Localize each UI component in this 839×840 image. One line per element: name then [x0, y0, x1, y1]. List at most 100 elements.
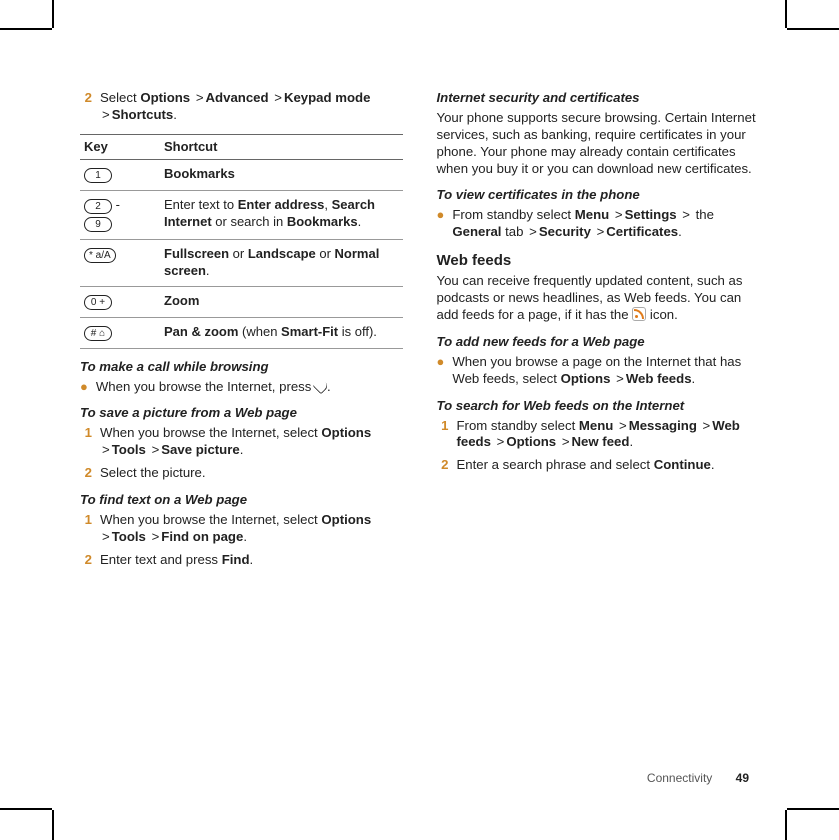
shortcut-cell: Pan & zoom (when Smart-Fit is off).	[160, 317, 403, 348]
term: Menu	[579, 418, 613, 433]
sub-heading: To save a picture from a Web page	[80, 405, 403, 422]
step-number: 1	[437, 418, 449, 452]
sub-heading: To find text on a Web page	[80, 492, 403, 509]
text: Select	[100, 90, 140, 105]
term: Web feeds	[626, 371, 692, 386]
separator: >	[616, 371, 624, 386]
term: Settings	[625, 207, 677, 222]
step-item: 2 Enter a search phrase and select Conti…	[437, 457, 760, 474]
bullet-body: When you browse a page on the Internet t…	[452, 354, 759, 388]
step-item: 1 When you browse the Internet, select O…	[80, 512, 403, 546]
term: Tools	[112, 442, 146, 457]
term: Save picture	[161, 442, 239, 457]
footer-section: Connectivity	[647, 771, 712, 785]
separator: >	[682, 207, 690, 222]
table-row: 0 + Zoom	[80, 286, 403, 317]
bullet-body: From standby select Menu >Settings > the…	[452, 207, 759, 241]
table-row: * a/A Fullscreen or Landscape or Normal …	[80, 240, 403, 286]
text: When you browse the Internet, select	[100, 512, 321, 527]
term: Zoom	[164, 293, 199, 308]
key-cell: 0 +	[80, 286, 160, 317]
section-heading: Web feeds	[437, 251, 760, 270]
text: -	[112, 197, 120, 212]
text: .	[240, 442, 244, 457]
separator: >	[619, 418, 627, 433]
step-body: Select the picture.	[100, 465, 403, 482]
paragraph: Your phone supports secure browsing. Cer…	[437, 110, 760, 178]
text: or	[316, 246, 335, 261]
left-column: 2 Select Options >Advanced >Keypad mode …	[80, 90, 403, 750]
separator: >	[102, 107, 110, 122]
crop-mark	[0, 808, 52, 810]
table-row: 2 - 9 Enter text to Enter address, Searc…	[80, 191, 403, 240]
paragraph: You can receive frequently updated conte…	[437, 273, 760, 324]
text: When you browse the Internet, press	[96, 379, 315, 394]
text: ,	[324, 197, 331, 212]
shortcut-cell: Enter text to Enter address, Search Inte…	[160, 191, 403, 240]
text: .	[206, 263, 210, 278]
step-body: When you browse the Internet, select Opt…	[100, 425, 403, 459]
text: or	[229, 246, 248, 261]
term: New feed	[572, 434, 630, 449]
keycap-icon: 1	[84, 168, 112, 183]
term: Advanced	[206, 90, 269, 105]
text: When you browse the Internet, select	[100, 425, 321, 440]
text: or search in	[212, 214, 287, 229]
separator: >	[102, 442, 110, 457]
text: (when	[238, 324, 281, 339]
sub-heading: To view certificates in the phone	[437, 187, 760, 204]
separator: >	[529, 224, 537, 239]
page: 2 Select Options >Advanced >Keypad mode …	[0, 0, 839, 840]
term: Find	[222, 552, 250, 567]
text: .	[327, 379, 331, 394]
sub-heading: To add new feeds for a Web page	[437, 334, 760, 351]
text: From standby select	[452, 207, 574, 222]
keycap-icon: 0 +	[84, 295, 112, 310]
crop-mark	[785, 810, 787, 840]
shortcuts-table: Key Shortcut 1 Bookmarks 2 - 9 Enter tex…	[80, 134, 403, 349]
table-row: # ⌂ Pan & zoom (when Smart-Fit is off).	[80, 317, 403, 348]
step-item: 2 Enter text and press Find.	[80, 552, 403, 569]
step-number: 2	[80, 552, 92, 569]
crop-mark	[0, 28, 52, 30]
bullet-icon: ●	[437, 208, 445, 241]
text: Enter text and press	[100, 552, 222, 567]
text: is off).	[338, 324, 377, 339]
term: Options	[321, 425, 371, 440]
term: Messaging	[629, 418, 697, 433]
text: tab	[501, 224, 527, 239]
sub-heading: To make a call while browsing	[80, 359, 403, 376]
term: Continue	[654, 457, 711, 472]
keycap-icon: * a/A	[84, 248, 116, 263]
step-body: From standby select Menu >Messaging >Web…	[457, 418, 760, 452]
key-cell: 1	[80, 160, 160, 191]
step-item: 2 Select the picture.	[80, 465, 403, 482]
sub-heading: Internet security and certificates	[437, 90, 760, 107]
step-body: Enter text and press Find.	[100, 552, 403, 569]
step-number: 2	[80, 90, 92, 124]
term: Certificates	[606, 224, 678, 239]
keycap-icon: 9	[84, 217, 112, 232]
page-number: 49	[736, 771, 749, 785]
text: .	[173, 107, 177, 122]
crop-mark	[52, 0, 54, 28]
bullet-icon: ●	[80, 380, 88, 396]
term: Tools	[112, 529, 146, 544]
text: You can receive frequently updated conte…	[437, 273, 743, 322]
term: Options	[140, 90, 190, 105]
right-column: Internet security and certificates Your …	[437, 90, 760, 750]
crop-mark	[787, 28, 839, 30]
step-number: 1	[80, 512, 92, 546]
separator: >	[274, 90, 282, 105]
text: Enter a search phrase and select	[457, 457, 654, 472]
crop-mark	[787, 808, 839, 810]
term: Bookmarks	[287, 214, 358, 229]
term: Bookmarks	[164, 166, 235, 181]
crop-mark	[52, 810, 54, 840]
text: .	[629, 434, 633, 449]
separator: >	[152, 442, 160, 457]
step-item: 1 When you browse the Internet, select O…	[80, 425, 403, 459]
separator: >	[102, 529, 110, 544]
sub-heading: To search for Web feeds on the Internet	[437, 398, 760, 415]
term: Options	[321, 512, 371, 527]
